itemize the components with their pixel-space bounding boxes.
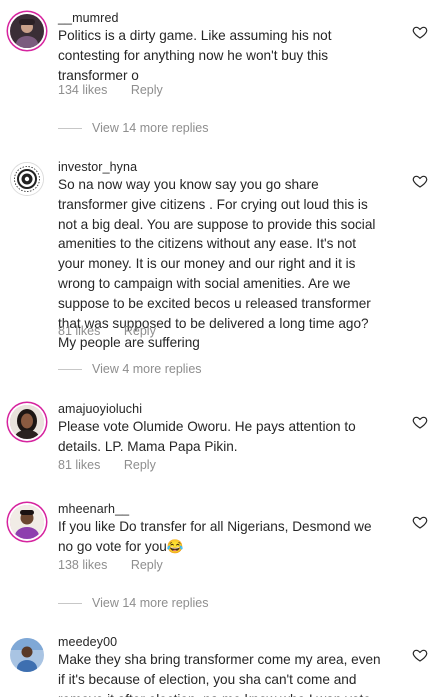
view-more-replies[interactable]: View 14 more replies [58, 596, 209, 610]
comment-meta: 134 likes Reply [58, 83, 163, 97]
reply-button[interactable]: Reply [131, 83, 163, 97]
view-more-replies[interactable]: View 14 more replies [58, 121, 209, 135]
avatar[interactable] [10, 505, 44, 539]
likes-count[interactable]: 81 likes [58, 324, 100, 338]
comment-text: Please vote Olumide Oworu. He pays atten… [58, 419, 356, 454]
view-replies-label: View 4 more replies [92, 362, 202, 376]
comment-text: Politics is a dirty game. Like assuming … [58, 28, 332, 83]
like-heart-icon[interactable] [412, 173, 428, 189]
username[interactable]: investor_hyna [58, 160, 137, 174]
replies-divider [58, 368, 82, 370]
avatar[interactable] [10, 162, 44, 196]
replies-divider [58, 602, 82, 604]
username[interactable]: mheenarh__ [58, 502, 129, 516]
profile-photo-icon [10, 405, 44, 439]
like-heart-icon[interactable] [412, 647, 428, 663]
comments-list: __mumred Politics is a dirty game. Like … [0, 0, 440, 697]
profile-photo-icon [10, 638, 44, 672]
profile-photo-icon [10, 505, 44, 539]
profile-photo-icon [10, 14, 44, 48]
username[interactable]: __mumred [58, 11, 119, 25]
likes-count[interactable]: 138 likes [58, 558, 107, 572]
comment-meta: 138 likes Reply [58, 558, 163, 572]
view-replies-label: View 14 more replies [92, 121, 209, 135]
logo-avatar-icon [11, 163, 43, 195]
comment-meta: 81 likes Reply [58, 324, 156, 338]
comment-meta: 81 likes Reply [58, 458, 156, 472]
avatar[interactable] [10, 14, 44, 48]
like-heart-icon[interactable] [412, 414, 428, 430]
avatar[interactable] [10, 405, 44, 439]
avatar[interactable] [10, 638, 44, 672]
username[interactable]: meedey00 [58, 635, 117, 649]
comment-text: If you like Do transfer for all Nigerian… [58, 519, 372, 554]
username[interactable]: amajuoyioluchi [58, 402, 142, 416]
likes-count[interactable]: 134 likes [58, 83, 107, 97]
likes-count[interactable]: 81 likes [58, 458, 100, 472]
view-more-replies[interactable]: View 4 more replies [58, 362, 202, 376]
view-replies-label: View 14 more replies [92, 596, 209, 610]
comment-text: Make they sha bring transformer come my … [58, 652, 381, 697]
reply-button[interactable]: Reply [124, 458, 156, 472]
reply-button[interactable]: Reply [131, 558, 163, 572]
like-heart-icon[interactable] [412, 24, 428, 40]
like-heart-icon[interactable] [412, 514, 428, 530]
replies-divider [58, 127, 82, 129]
reply-button[interactable]: Reply [124, 324, 156, 338]
